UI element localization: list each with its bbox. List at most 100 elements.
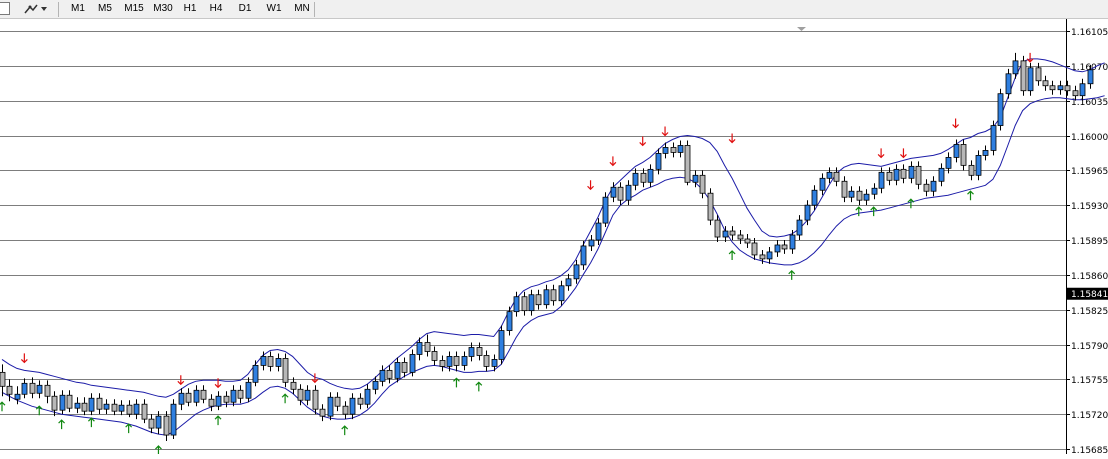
candle-bull [789,234,796,250]
candle-bear [163,415,170,436]
candle-bull [118,404,125,412]
y-tick-label: 1.15965 [1071,167,1108,177]
candle-bear [111,403,118,412]
up-arrow-icon [728,250,736,260]
candle-bear [29,382,36,394]
candle-bull [506,311,513,331]
candle-bull [588,239,595,247]
candle-bull [275,358,282,367]
candle-bull [595,222,602,241]
candle-bull [722,230,729,238]
up-arrow-icon [341,425,349,436]
candle-bull [647,168,654,183]
candle-bear [312,389,319,410]
candle-bear [200,389,207,400]
candle-bear [923,183,930,192]
candle-bear [751,242,758,256]
tf-m5-button[interactable]: M5 [90,1,120,17]
candle-bear [886,171,893,181]
candle-bull [930,180,937,192]
tf-m30-button[interactable]: M30 [146,1,180,17]
candle-bull [774,244,781,253]
candle-bear [1072,90,1079,97]
down-arrow-icon [639,136,647,147]
candle-bear [684,145,691,183]
price-chart[interactable]: 1.16105 1.16070 1.16035 1.16000 1.15965 1.159… [0,19,1108,456]
candle-bull [677,145,684,153]
candle-bull [804,204,811,221]
candle-bear [386,369,393,379]
candle-bear [640,172,647,183]
candle-bear [208,398,215,407]
down-arrow-icon [587,180,594,191]
candle-bull [878,171,885,189]
candle-bull [692,174,699,183]
tf-d1-button[interactable]: D1 [231,1,259,17]
candle-bear [66,394,73,409]
y-tick-label: 1.15825 [1071,307,1108,317]
candle-bear [960,144,967,166]
candle-bull [632,172,639,186]
candle-bear [424,342,431,352]
candle-bull [573,264,580,280]
down-arrow-icon [1026,52,1034,63]
candle-bear [0,371,6,387]
tf-h4-button[interactable]: H4 [202,1,230,17]
candle-bear [334,396,341,407]
candle-bull [871,187,878,195]
line-tools-icon [23,4,38,14]
timeframe-toolbar: M1 M5 M15 M30 H1 H4 D1 W1 MN [0,0,1108,19]
candle-bear [148,418,155,429]
tf-h1-button[interactable]: H1 [176,1,204,17]
y-tick-label: 1.15755 [1071,376,1108,386]
y-tick-label: 1.15790 [1071,342,1108,352]
up-arrow-icon [125,423,133,434]
tf-m1-button[interactable]: M1 [63,1,93,17]
candle-bear [185,392,192,403]
candle-bear [431,351,438,361]
candle-bull [260,356,267,366]
candle-bear [521,296,528,312]
drawing-tools-button[interactable] [18,1,52,17]
candle-bull [908,165,915,179]
down-arrow-icon [952,118,960,129]
candle-bear [483,355,490,367]
up-arrow-icon [855,206,863,217]
candle-bear [126,404,133,415]
y-tick-label: 1.15930 [1071,202,1108,212]
candle-bull [14,393,21,400]
candle-bear [81,402,88,412]
candle-bull [625,184,632,201]
candle-bull [230,389,237,403]
candle-bear [744,238,751,244]
candle-bull [394,362,401,379]
candle-bull [21,382,28,395]
candle-bear [781,244,788,250]
candle-bull [565,278,572,287]
chart-canvas[interactable]: 1.161051.160701.160351.160001.159651.159… [0,19,1108,456]
toolbar-divider [58,2,59,17]
candle-bear [476,347,483,356]
candle-bear [707,192,714,221]
candle-bull [88,397,95,412]
candle-bear [714,219,721,238]
candle-bull [327,396,334,417]
candle-bear [617,186,624,201]
candle-bull [819,177,826,191]
y-tick-label: 1.15860 [1071,272,1108,282]
candle-bull [811,189,818,206]
candle-bear [357,397,364,405]
chart-window-icon[interactable] [0,2,10,15]
candle-bull [304,389,311,401]
candle-bull [863,193,870,201]
candle-bull [982,150,989,156]
candle-bull [1005,73,1012,95]
candle-bull [468,347,475,357]
candle-bull [796,219,803,236]
down-arrow-icon [661,126,669,137]
candle-bear [670,147,677,153]
down-arrow-icon [20,353,28,364]
candle-bull [953,144,960,158]
tf-w1-button[interactable]: W1 [259,1,289,17]
candle-bear [319,408,326,417]
